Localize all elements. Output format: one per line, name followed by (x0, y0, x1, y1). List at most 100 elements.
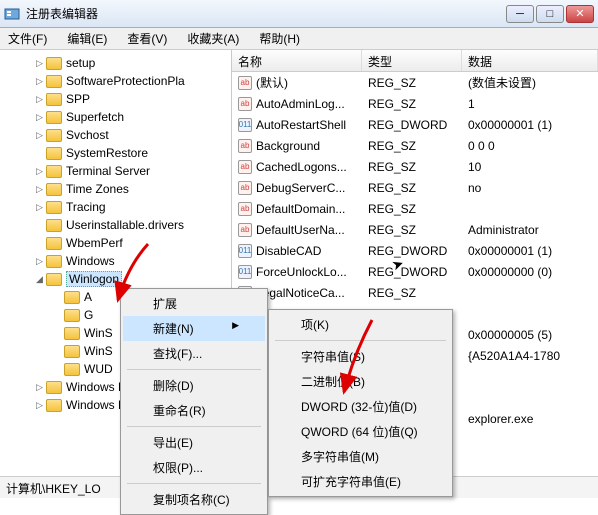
context-menu-item[interactable]: 查找(F)... (123, 341, 265, 366)
submenu-arrow-icon: ▶ (232, 320, 239, 337)
context-menu-item[interactable]: 项(K) (271, 312, 450, 337)
list-row[interactable]: abDebugServerC...REG_SZno (232, 177, 598, 198)
context-menu-item[interactable]: 可扩充字符串值(E) (271, 469, 450, 494)
tree-label: Winlogon (66, 271, 122, 287)
context-menu-item[interactable]: 重命名(R) (123, 398, 265, 423)
menu-separator (127, 426, 261, 427)
folder-icon (46, 255, 62, 268)
value-name: DefaultDomain... (256, 202, 345, 216)
tree-arrow-icon: ▷ (36, 112, 46, 123)
value-type: REG_DWORD (362, 265, 462, 279)
value-type-icon: ab (238, 139, 252, 153)
tree-label: Svchost (66, 128, 109, 142)
menu-item-label: 二进制值(B) (301, 373, 365, 390)
value-type-icon: ab (238, 223, 252, 237)
tree-item[interactable]: ▷ Terminal Server (0, 162, 231, 180)
value-name: ForceUnlockLo... (256, 265, 347, 279)
menu-view[interactable]: 查看(V) (123, 28, 171, 49)
context-menu-item[interactable]: 字符串值(S) (271, 344, 450, 369)
menu-item-label: 查找(F)... (153, 345, 202, 362)
tree-item[interactable]: ◢ Winlogon (0, 270, 231, 288)
list-row[interactable]: abDefaultDomain...REG_SZ (232, 198, 598, 219)
value-type: REG_DWORD (362, 244, 462, 258)
close-button[interactable]: ✕ (566, 5, 594, 23)
value-data: 1 (462, 97, 598, 111)
tree-label: G (84, 308, 93, 322)
list-row[interactable]: abBackgroundREG_SZ0 0 0 (232, 135, 598, 156)
context-menu-item[interactable]: 导出(E) (123, 430, 265, 455)
list-row[interactable]: 011DisableCADREG_DWORD0x00000001 (1) (232, 240, 598, 261)
menu-item-label: 重命名(R) (153, 402, 206, 419)
tree-item[interactable]: ▷Superfetch (0, 108, 231, 126)
col-header-data[interactable]: 数据 (462, 50, 598, 71)
list-row[interactable]: abDefaultUserNa...REG_SZAdministrator (232, 219, 598, 240)
value-name: AutoAdminLog... (256, 97, 345, 111)
menu-separator (127, 483, 261, 484)
window-buttons: ─ □ ✕ (506, 5, 594, 23)
value-type: REG_SZ (362, 286, 462, 300)
tree-item[interactable]: ▷Time Zones (0, 180, 231, 198)
tree-arrow-icon: ▷ (36, 166, 46, 177)
tree-label: Time Zones (66, 182, 129, 196)
minimize-button[interactable]: ─ (506, 5, 534, 23)
context-menu-item[interactable]: 扩展 (123, 291, 265, 316)
menu-item-label: 导出(E) (153, 434, 193, 451)
list-row[interactable]: 011ForceUnlockLo...REG_DWORD0x00000000 (… (232, 261, 598, 282)
list-row[interactable]: abLegalNoticeCa...REG_SZ (232, 282, 598, 303)
menu-edit[interactable]: 编辑(E) (63, 28, 111, 49)
value-data: Administrator (462, 223, 598, 237)
value-type-icon: ab (238, 97, 252, 111)
value-type-icon: 011 (238, 244, 252, 258)
value-data: {A520A1A4-1780 (462, 349, 598, 363)
list-row[interactable]: abCachedLogons...REG_SZ10 (232, 156, 598, 177)
value-type: REG_SZ (362, 139, 462, 153)
context-menu-item[interactable]: QWORD (64 位)值(Q) (271, 419, 450, 444)
status-path: 计算机\HKEY_LO (6, 482, 101, 496)
tree-item[interactable]: Userinstallable.drivers (0, 216, 231, 234)
tree-item[interactable]: ▷Windows (0, 252, 231, 270)
list-header: 名称 类型 数据 (232, 50, 598, 72)
context-menu-item[interactable]: 新建(N)▶ (123, 316, 265, 341)
context-menu-item[interactable]: 二进制值(B) (271, 369, 450, 394)
context-menu-item[interactable]: DWORD (32-位)值(D) (271, 394, 450, 419)
tree-item[interactable]: SystemRestore (0, 144, 231, 162)
folder-icon (46, 399, 62, 412)
menu-help[interactable]: 帮助(H) (255, 28, 304, 49)
list-row[interactable]: 011AutoRestartShellREG_DWORD0x00000001 (… (232, 114, 598, 135)
menu-item-label: 多字符串值(M) (301, 448, 379, 465)
tree-item[interactable]: ▷SPP (0, 90, 231, 108)
value-data: 0x00000000 (0) (462, 265, 598, 279)
tree-arrow-icon: ◢ (36, 274, 46, 285)
value-data: 0 0 0 (462, 139, 598, 153)
menu-file[interactable]: 文件(F) (4, 28, 51, 49)
tree-item[interactable]: ▷SoftwareProtectionPla (0, 72, 231, 90)
tree-label: Terminal Server (66, 164, 150, 178)
context-menu-item[interactable]: 权限(P)... (123, 455, 265, 480)
folder-icon (46, 111, 62, 124)
tree-item[interactable]: WbemPerf (0, 234, 231, 252)
list-row[interactable]: ab(默认)REG_SZ(数值未设置) (232, 72, 598, 93)
maximize-button[interactable]: □ (536, 5, 564, 23)
tree-label: setup (66, 56, 95, 70)
value-name: AutoRestartShell (256, 118, 346, 132)
folder-icon (46, 381, 62, 394)
tree-arrow-icon: ▷ (36, 382, 46, 393)
tree-item[interactable]: ▷setup (0, 54, 231, 72)
context-menu-item[interactable]: 删除(D) (123, 373, 265, 398)
folder-icon (64, 291, 80, 304)
context-menu-item[interactable]: 多字符串值(M) (271, 444, 450, 469)
value-data: 10 (462, 160, 598, 174)
value-type: REG_SZ (362, 181, 462, 195)
tree-arrow-icon: ▷ (36, 400, 46, 411)
menu-item-label: 字符串值(S) (301, 348, 365, 365)
tree-label: SystemRestore (66, 146, 148, 160)
value-data: (数值未设置) (462, 74, 598, 91)
menu-favorites[interactable]: 收藏夹(A) (183, 28, 243, 49)
tree-item[interactable]: ▷Tracing (0, 198, 231, 216)
list-row[interactable]: abAutoAdminLog...REG_SZ1 (232, 93, 598, 114)
col-header-name[interactable]: 名称 (232, 50, 362, 71)
tree-item[interactable]: ▷Svchost (0, 126, 231, 144)
value-type-icon: 011 (238, 118, 252, 132)
col-header-type[interactable]: 类型 (362, 50, 462, 71)
titlebar: 注册表编辑器 ─ □ ✕ (0, 0, 598, 28)
